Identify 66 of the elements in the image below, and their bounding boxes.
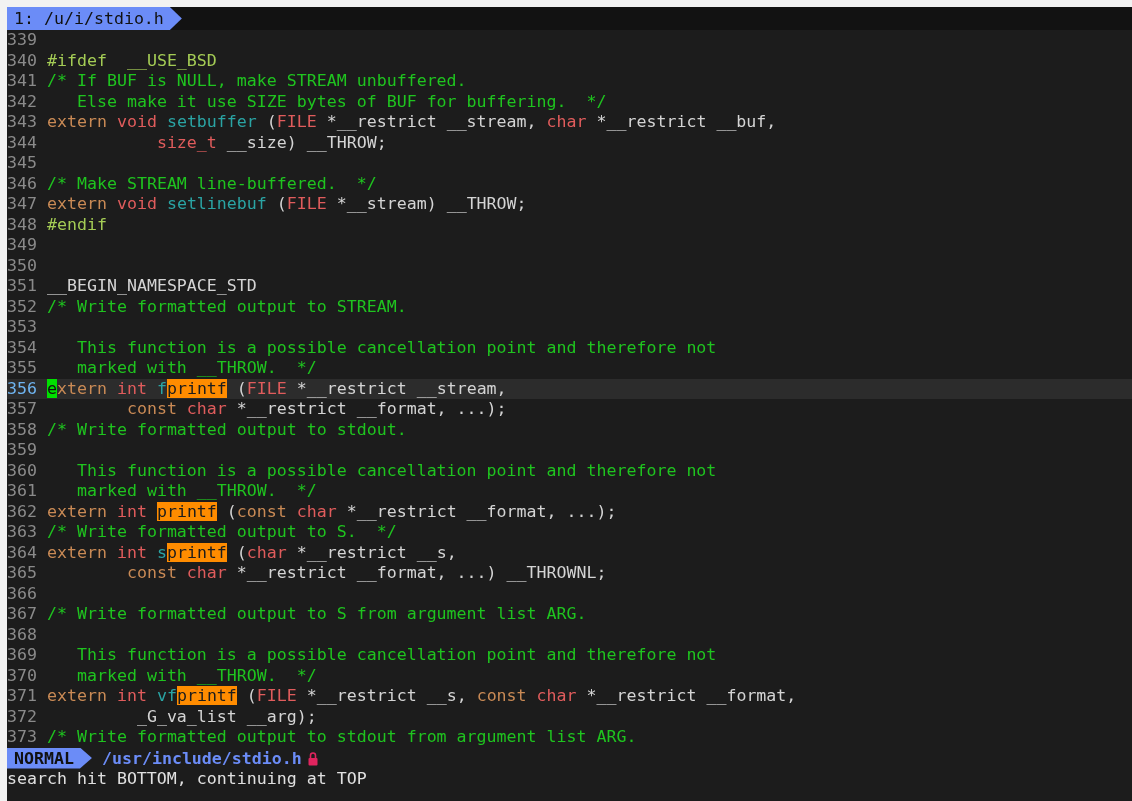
line-number: 357 (7, 399, 38, 420)
code-line: #endif (47, 214, 107, 235)
line-number: 348 (7, 214, 38, 235)
line-number: 352 (7, 296, 38, 317)
code-line: marked with __THROW. */ (75, 665, 317, 686)
line-number: 359 (7, 440, 38, 461)
buffer-tab[interactable]: 1: /u/i/stdio.h (7, 7, 182, 30)
line-number: 355 (7, 358, 38, 379)
code-line: /* Make STREAM line-buffered. */ (47, 173, 377, 194)
line-number: 365 (7, 563, 38, 584)
code-line: /* Write formatted output to stdout. (47, 419, 407, 440)
code-line: const char *__restrict __format, ...) __THROWNL; (125, 563, 607, 584)
code-line: /* Write formatted output to STREAM. (47, 296, 407, 317)
line-number: 341 (7, 71, 38, 92)
file-path: /usr/include/stdio.h (101, 748, 302, 768)
line-number: 349 (7, 235, 38, 256)
mode-indicator: NORMAL (7, 747, 92, 769)
code-line: __BEGIN_NAMESPACE_STD (47, 276, 257, 297)
line-number: 371 (7, 686, 38, 707)
line-number: 362 (7, 501, 38, 522)
code-line: extern int printf (const char *__restrict __format, ...); (47, 501, 617, 522)
code-line: This function is a possible cancellation point and therefore not (75, 645, 717, 666)
line-number: 342 (7, 91, 38, 112)
line-number: 354 (7, 337, 38, 358)
line-number: 372 (7, 706, 38, 727)
code-line: extern int fprintf (FILE *__restrict __stream, (47, 378, 507, 399)
code-line: const char *__restrict __format, ...); (125, 399, 507, 420)
line-number: 358 (7, 419, 38, 440)
line-number: 363 (7, 522, 38, 543)
line-number: 351 (7, 276, 38, 297)
line-number: 367 (7, 604, 38, 625)
code-line: extern void setlinebuf (FILE *__stream) __THROW; (47, 194, 527, 215)
line-number: 364 (7, 542, 38, 563)
line-number: 368 (7, 624, 38, 645)
code-line: marked with __THROW. */ (75, 481, 317, 502)
code-line: This function is a possible cancellation point and therefore not (75, 337, 717, 358)
code-line: /* Write formatted output to stdout from argument list ARG. (47, 727, 637, 748)
line-number: 366 (7, 583, 38, 604)
line-number: 353 (7, 317, 38, 338)
code-line: marked with __THROW. */ (75, 358, 317, 379)
code-line: extern void setbuffer (FILE *__restrict __stream, char *__restrict __buf, (47, 112, 777, 133)
code-line: Else make it use SIZE bytes of BUF for buffering. */ (75, 91, 607, 112)
line-number: 356 (7, 378, 38, 399)
code-line: extern int vfprintf (FILE *__restrict __s, const char *__restrict __format, (47, 686, 797, 707)
line-number: 343 (7, 112, 38, 133)
status-message: search hit BOTTOM, continuing at TOP (7, 768, 368, 789)
code-line: /* If BUF is NULL, make STREAM unbuffered. (47, 71, 467, 92)
line-number: 339 (7, 30, 38, 51)
line-number: 340 (7, 50, 38, 71)
code-line: #ifdef __USE_BSD (47, 50, 217, 71)
line-number: 373 (7, 727, 38, 748)
code-line: extern int sprintf (char *__restrict __s, (47, 542, 457, 563)
code-line: /* Write formatted output to S from argument list ARG. (47, 604, 587, 625)
line-number: 345 (7, 153, 38, 174)
line-number: 369 (7, 645, 38, 666)
line-number: 350 (7, 255, 38, 276)
line-number: 346 (7, 173, 38, 194)
code-line: _G_va_list __arg); (135, 706, 317, 727)
code-line: This function is a possible cancellation point and therefore not (75, 460, 717, 481)
line-number: 344 (7, 132, 38, 153)
line-number: 360 (7, 460, 38, 481)
line-number: 347 (7, 194, 38, 215)
code-line: /* Write formatted output to S. */ (47, 522, 397, 543)
line-number: 370 (7, 665, 38, 686)
code-line: size_t __size) __THROW; (155, 132, 387, 153)
line-number: 361 (7, 481, 38, 502)
